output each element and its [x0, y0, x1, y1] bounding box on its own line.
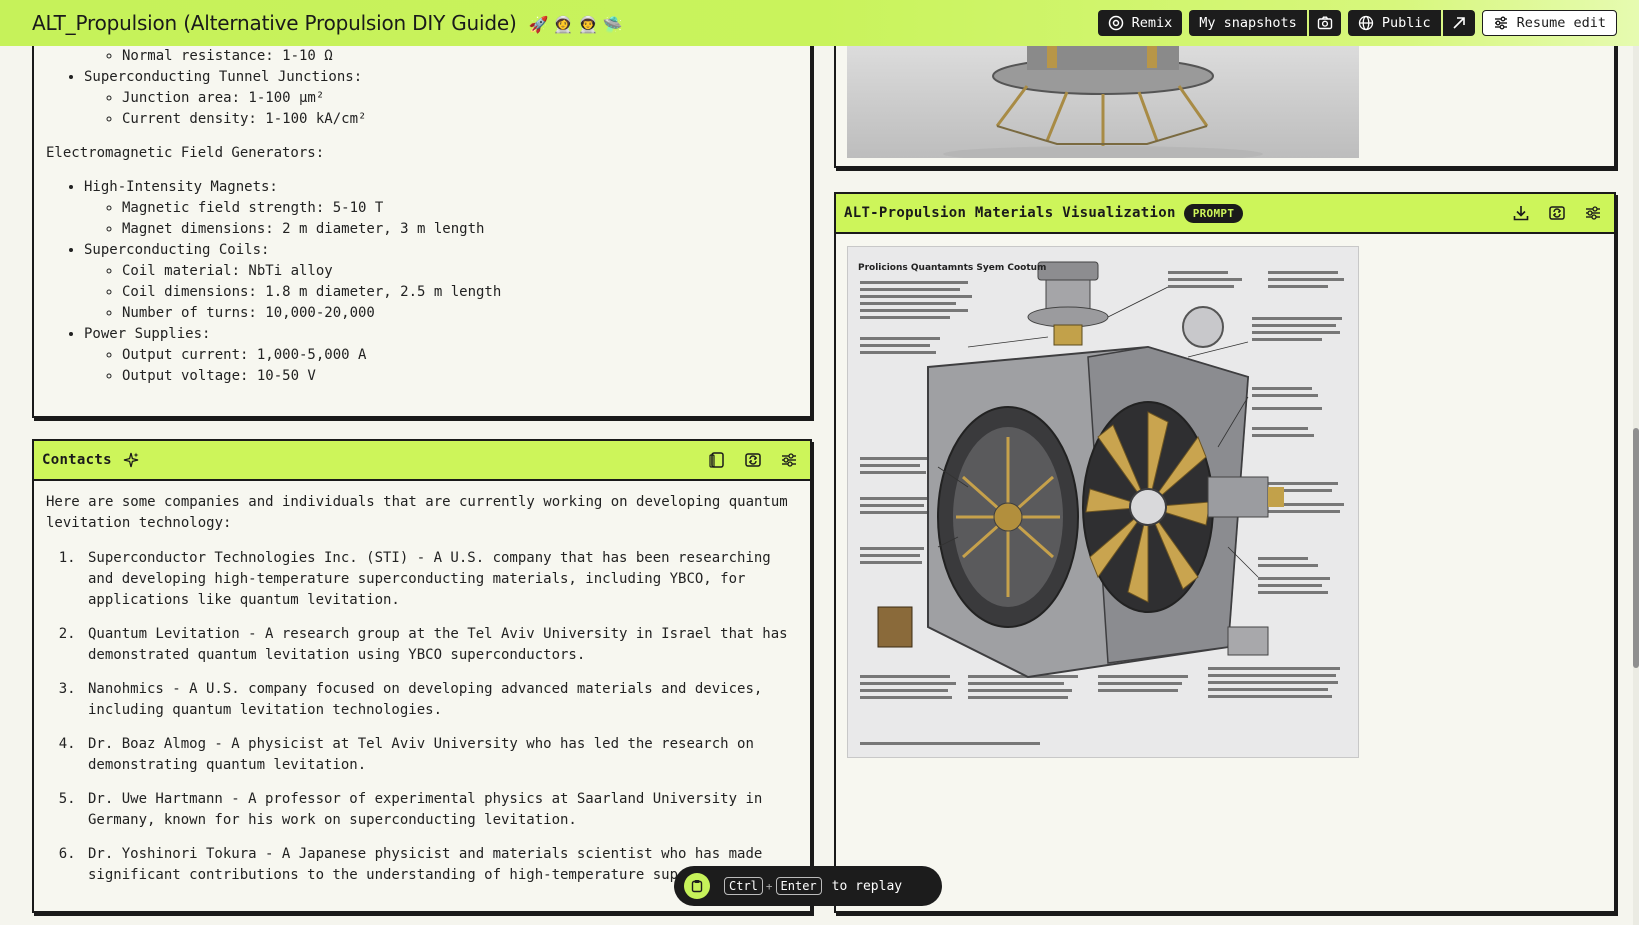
ctrl-key: Ctrl [724, 877, 763, 895]
globe-icon [1358, 15, 1374, 31]
emf-list: High-Intensity Magnets: Magnetic field s… [34, 177, 810, 387]
title-emojis: 🚀 👩‍🚀 👨‍🚀 🛸 [528, 15, 623, 34]
spacecraft-image [847, 46, 1359, 158]
list-item: Superconducting Coils: Coil material: Nb… [84, 240, 810, 324]
header-actions: Remix My snapshots Public Resume edit [1097, 10, 1617, 36]
sliders-icon[interactable] [1584, 204, 1602, 222]
list-item: Nanohmics - A U.S. company focused on de… [84, 679, 798, 721]
contacts-header: Contacts [34, 441, 810, 481]
app-title: ALT_Propulsion (Alternative Propulsion D… [32, 11, 623, 35]
stj-list: Superconducting Tunnel Junctions: Juncti… [34, 67, 810, 130]
machine-illustration [860, 261, 1344, 745]
specs-content: Normal resistance: 1-10 Ω Superconductin… [34, 20, 810, 387]
list-item: Normal resistance: 1-10 Ω [122, 46, 810, 67]
list-item: Coil material: NbTi alloy [122, 261, 810, 282]
remix-button[interactable]: Remix [1097, 10, 1183, 36]
contacts-content: Here are some companies and individuals … [34, 481, 810, 886]
regenerate-icon[interactable] [1548, 204, 1566, 222]
list-item: High-Intensity Magnets: Magnetic field s… [84, 177, 810, 240]
sliders-icon[interactable] [780, 451, 798, 469]
list-item: Output voltage: 10-50 V [122, 366, 810, 387]
emf-heading: Electromagnetic Field Generators: [46, 145, 325, 161]
specs-panel: Normal resistance: 1-10 Ω Superconductin… [32, 20, 812, 418]
visualization-header: ALT-Propulsion Materials Visualization P… [836, 194, 1614, 234]
replay-text: to replay [831, 878, 903, 894]
remix-label: Remix [1131, 15, 1173, 31]
prompt-badge[interactable]: PROMPT [1183, 203, 1244, 223]
list-item: Superconducting Tunnel Junctions: Juncti… [84, 67, 810, 130]
resume-edit-button[interactable]: Resume edit [1481, 10, 1617, 36]
download-icon[interactable] [1512, 204, 1530, 222]
list-item: Dr. Uwe Hartmann - A professor of experi… [84, 789, 798, 831]
page-scrollbar[interactable] [1633, 46, 1639, 925]
contacts-panel: Contacts Here are some companies and ind… [32, 439, 812, 913]
clipboard-icon [684, 873, 710, 899]
list-item-label: Power Supplies: [84, 326, 211, 342]
list-item: Current density: 1-100 kA/cm² [122, 109, 810, 130]
public-button[interactable]: Public [1347, 10, 1441, 36]
list-item: Junction area: 1-100 μm² [122, 88, 810, 109]
list-item: Power Supplies: Output current: 1,000-5,… [84, 324, 810, 387]
enter-key: Enter [775, 877, 822, 895]
public-label: Public [1381, 15, 1431, 31]
list-item-label: Superconducting Coils: [84, 242, 270, 258]
contacts-list: Superconductor Technologies Inc. (STI) -… [46, 548, 798, 886]
list-item: Coil dimensions: 1.8 m diameter, 2.5 m l… [122, 282, 810, 303]
list-item: Number of turns: 10,000-20,000 [122, 303, 810, 324]
list-item: Output current: 1,000-5,000 A [122, 345, 810, 366]
remix-icon [1108, 15, 1124, 31]
list-item-label: Superconducting Tunnel Junctions: [84, 69, 363, 85]
visualization-panel: ALT-Propulsion Materials Visualization P… [834, 192, 1616, 913]
plus-sign: + [765, 879, 773, 893]
list-item: Dr. Boaz Almog - A physicist at Tel Aviv… [84, 734, 798, 776]
contacts-tools [708, 451, 802, 469]
generated-image[interactable]: Prolicions Quantamnts Syem Cootum [847, 246, 1359, 758]
my-snapshots-button[interactable]: My snapshots [1189, 10, 1307, 36]
list-item: Magnetic field strength: 5-10 T [122, 198, 810, 219]
visibility-group: Public [1347, 10, 1475, 36]
top-bar: ALT_Propulsion (Alternative Propulsion D… [0, 0, 1639, 46]
list-item: Magnet dimensions: 2 m diameter, 3 m len… [122, 219, 810, 240]
regenerate-icon[interactable] [744, 451, 762, 469]
list-item-label: High-Intensity Magnets: [84, 179, 278, 195]
app-title-text: ALT_Propulsion (Alternative Propulsion D… [32, 11, 517, 35]
arrow-right-icon [1451, 15, 1467, 31]
snapshots-label: My snapshots [1199, 15, 1297, 31]
snapshots-group: My snapshots [1189, 10, 1341, 36]
list-item: Quantum Levitation - A research group at… [84, 624, 798, 666]
take-snapshot-button[interactable] [1308, 10, 1341, 36]
resume-label: Resume edit [1516, 15, 1606, 31]
resistance-list: Normal resistance: 1-10 Ω [34, 46, 810, 67]
contacts-title: Contacts [42, 452, 112, 468]
image-heading: Prolicions Quantamnts Syem Cootum [858, 263, 1047, 273]
visualization-title: ALT-Propulsion Materials Visualization [844, 205, 1176, 221]
list-item: Superconductor Technologies Inc. (STI) -… [84, 548, 798, 611]
scrollbar-thumb[interactable] [1633, 428, 1639, 668]
replay-hint[interactable]: Ctrl + Enter to replay [674, 866, 942, 906]
sliders-icon [1493, 15, 1509, 31]
copy-icon[interactable] [708, 451, 726, 469]
visualization-tools [1512, 204, 1606, 222]
share-link-button[interactable] [1442, 10, 1475, 36]
sparkle-icon[interactable] [122, 451, 140, 469]
camera-icon [1317, 15, 1333, 31]
contacts-intro: Here are some companies and individuals … [46, 494, 788, 531]
